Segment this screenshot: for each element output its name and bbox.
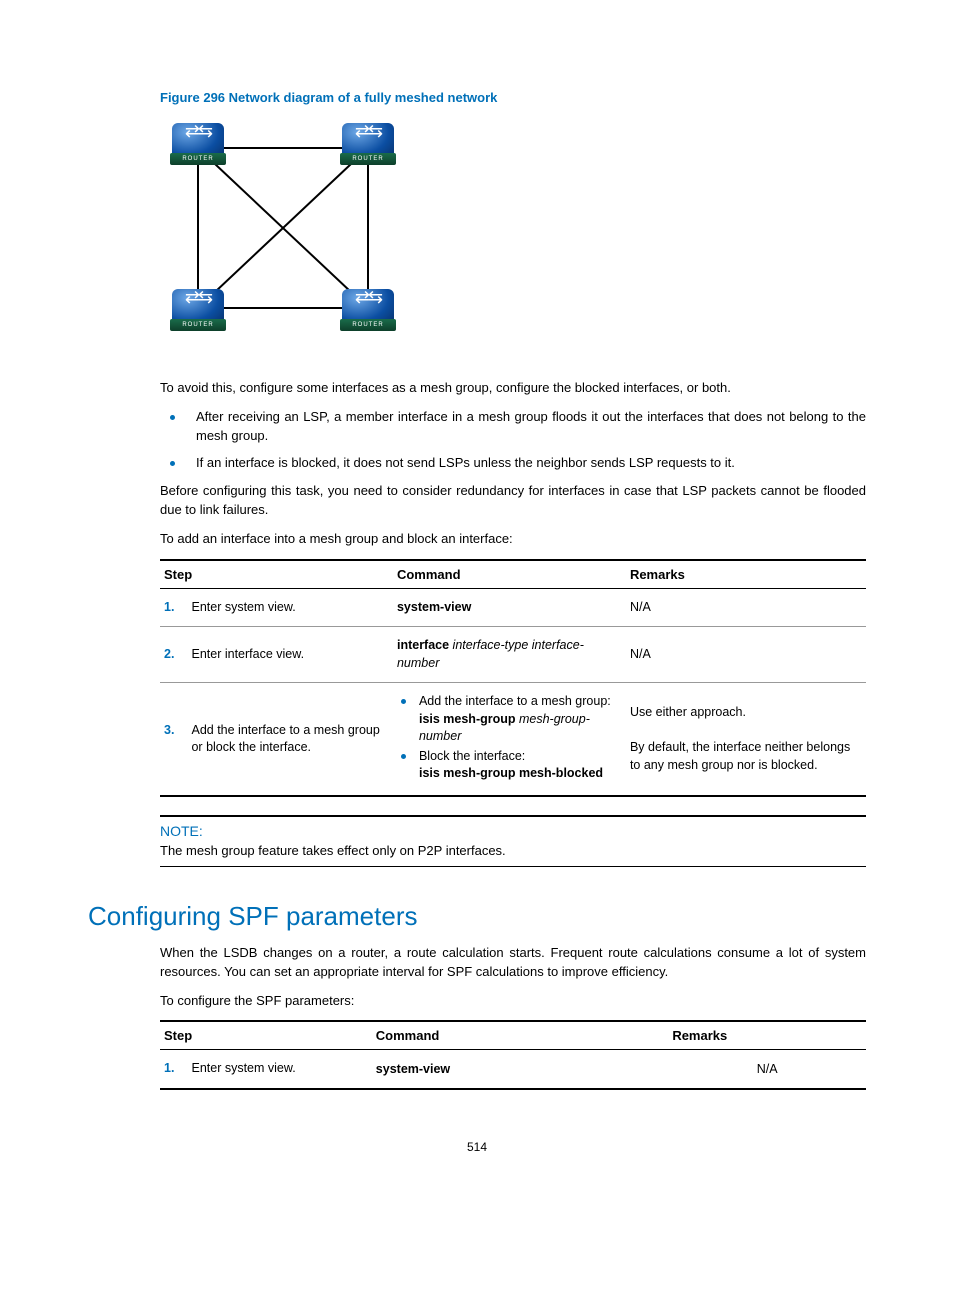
command-table: Step Command Remarks 1. Enter system vie… bbox=[160, 1020, 866, 1090]
router-icon: ⇄⇆ROUTER bbox=[342, 123, 394, 159]
step-number: 3. bbox=[164, 722, 188, 740]
step-desc: Add the interface to a mesh group or blo… bbox=[191, 722, 386, 757]
note-label: NOTE: bbox=[160, 817, 866, 841]
command-table: Step Command Remarks 1. Enter system vie… bbox=[160, 559, 866, 797]
paragraph: To add an interface into a mesh group an… bbox=[160, 530, 866, 549]
paragraph: To avoid this, configure some interfaces… bbox=[160, 379, 866, 398]
table-row: 1. Enter system view. system-view N/A bbox=[160, 588, 866, 627]
remarks-text: N/A bbox=[626, 588, 866, 627]
col-remarks: Remarks bbox=[668, 1021, 866, 1050]
command-text: interface bbox=[397, 638, 449, 652]
table-row: 2. Enter interface view. interface inter… bbox=[160, 627, 866, 683]
figure-caption: Figure 296 Network diagram of a fully me… bbox=[160, 90, 866, 105]
col-step: Step bbox=[160, 1021, 372, 1050]
router-icon: ⇄⇆ROUTER bbox=[172, 123, 224, 159]
list-item: Block the interface: isis mesh-group mes… bbox=[397, 748, 622, 783]
paragraph: Before configuring this task, you need t… bbox=[160, 482, 866, 520]
col-command: Command bbox=[393, 560, 626, 589]
table-row: 3. Add the interface to a mesh group or … bbox=[160, 683, 866, 796]
note-text: The mesh group feature takes effect only… bbox=[160, 841, 866, 866]
step-number: 1. bbox=[164, 599, 188, 617]
list-item: Add the interface to a mesh group: isis … bbox=[397, 693, 622, 746]
remarks-text: N/A bbox=[668, 1050, 866, 1089]
col-step: Step bbox=[160, 560, 393, 589]
col-remarks: Remarks bbox=[626, 560, 866, 589]
router-icon: ⇄⇆ROUTER bbox=[342, 289, 394, 325]
command-text: system-view bbox=[376, 1062, 450, 1076]
note-block: NOTE: The mesh group feature takes effec… bbox=[160, 815, 866, 867]
table-row: 1. Enter system view. system-view N/A bbox=[160, 1050, 866, 1089]
bullet-list: After receiving an LSP, a member interfa… bbox=[160, 408, 866, 473]
step-desc: Enter system view. bbox=[191, 599, 386, 617]
remarks-text: Use either approach. By default, the int… bbox=[626, 683, 866, 796]
section-heading: Configuring SPF parameters bbox=[88, 901, 866, 932]
command-text: system-view bbox=[397, 600, 471, 614]
step-desc: Enter system view. bbox=[191, 1060, 365, 1078]
step-number: 1. bbox=[164, 1060, 188, 1078]
page-number: 514 bbox=[88, 1140, 866, 1154]
network-diagram: ⇄⇆ROUTER ⇄⇆ROUTER ⇄⇆ROUTER ⇄⇆ROUTER bbox=[168, 123, 398, 343]
remarks-text: N/A bbox=[626, 627, 866, 683]
list-item: After receiving an LSP, a member interfa… bbox=[160, 408, 866, 446]
router-icon: ⇄⇆ROUTER bbox=[172, 289, 224, 325]
paragraph: When the LSDB changes on a router, a rou… bbox=[160, 944, 866, 982]
list-item: If an interface is blocked, it does not … bbox=[160, 454, 866, 473]
col-command: Command bbox=[372, 1021, 669, 1050]
step-desc: Enter interface view. bbox=[191, 646, 386, 664]
step-number: 2. bbox=[164, 646, 188, 664]
paragraph: To configure the SPF parameters: bbox=[160, 992, 866, 1011]
